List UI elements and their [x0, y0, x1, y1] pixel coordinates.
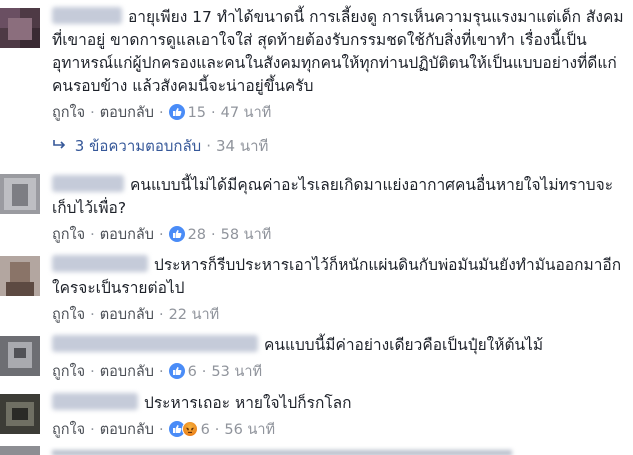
angry-icon[interactable]	[181, 421, 198, 437]
reply-link[interactable]: ตอบกลับ	[100, 422, 154, 438]
like-link[interactable]: ถูกใจ	[52, 364, 85, 380]
reply-arrow-icon	[52, 137, 70, 155]
timestamp[interactable]: 56 นาที	[224, 422, 275, 438]
timestamp[interactable]: 34 นาที	[216, 137, 268, 155]
next-comment-partial	[0, 446, 633, 455]
reply-link[interactable]: ตอบกลับ	[100, 307, 154, 323]
reaction-count[interactable]: 15	[188, 105, 206, 121]
comment-text: คนแบบนี้มีค่าอย่างเดียวคือเป็นปุ๋ยให้ต้น…	[264, 336, 544, 354]
reply-link[interactable]: ตอบกลับ	[100, 105, 154, 121]
like-icon[interactable]	[168, 104, 185, 120]
avatar[interactable]	[0, 394, 40, 434]
reaction-count[interactable]: 6	[201, 422, 210, 438]
avatar[interactable]	[0, 336, 40, 376]
view-replies-link[interactable]: 3 ข้อความตอบกลับ	[75, 137, 201, 155]
reply-link[interactable]: ตอบกลับ	[100, 364, 154, 380]
like-link[interactable]: ถูกใจ	[52, 422, 85, 438]
reaction-count[interactable]: 6	[188, 364, 197, 380]
commenter-name[interactable]	[52, 7, 122, 24]
timestamp[interactable]: 47 นาที	[221, 105, 272, 121]
like-icon[interactable]	[168, 226, 185, 242]
comment-text: อายุเพียง 17 ทำได้ขนาดนี้ การเลี้ยงดู กา…	[52, 8, 624, 95]
commenter-name[interactable]	[52, 450, 512, 455]
timestamp[interactable]: 53 นาที	[211, 364, 262, 380]
commenter-name[interactable]	[52, 255, 148, 272]
avatar[interactable]	[0, 174, 40, 214]
reaction-count[interactable]: 28	[188, 227, 206, 243]
comment-text: คนแบบนี้ไม่ได้มีคุณค่าอะไรเลยเกิดมาแย่งอ…	[52, 176, 614, 217]
reply-link[interactable]: ตอบกลับ	[100, 227, 154, 243]
like-link[interactable]: ถูกใจ	[52, 105, 85, 121]
like-link[interactable]: ถูกใจ	[52, 227, 85, 243]
avatar[interactable]	[0, 8, 40, 48]
avatar[interactable]	[0, 446, 40, 455]
comment-text: ประหารเถอะ หายใจไปก็รกโลก	[144, 394, 352, 412]
like-link[interactable]: ถูกใจ	[52, 307, 85, 323]
commenter-name[interactable]	[52, 393, 138, 410]
commenter-name[interactable]	[52, 175, 124, 192]
like-icon[interactable]	[168, 363, 185, 379]
timestamp[interactable]: 58 นาที	[221, 227, 272, 243]
avatar[interactable]	[0, 256, 40, 296]
timestamp[interactable]: 22 นาที	[169, 307, 220, 323]
view-replies-row[interactable]: 3 ข้อความตอบกลับ · 34 นาที	[52, 134, 268, 158]
commenter-name[interactable]	[52, 335, 258, 352]
